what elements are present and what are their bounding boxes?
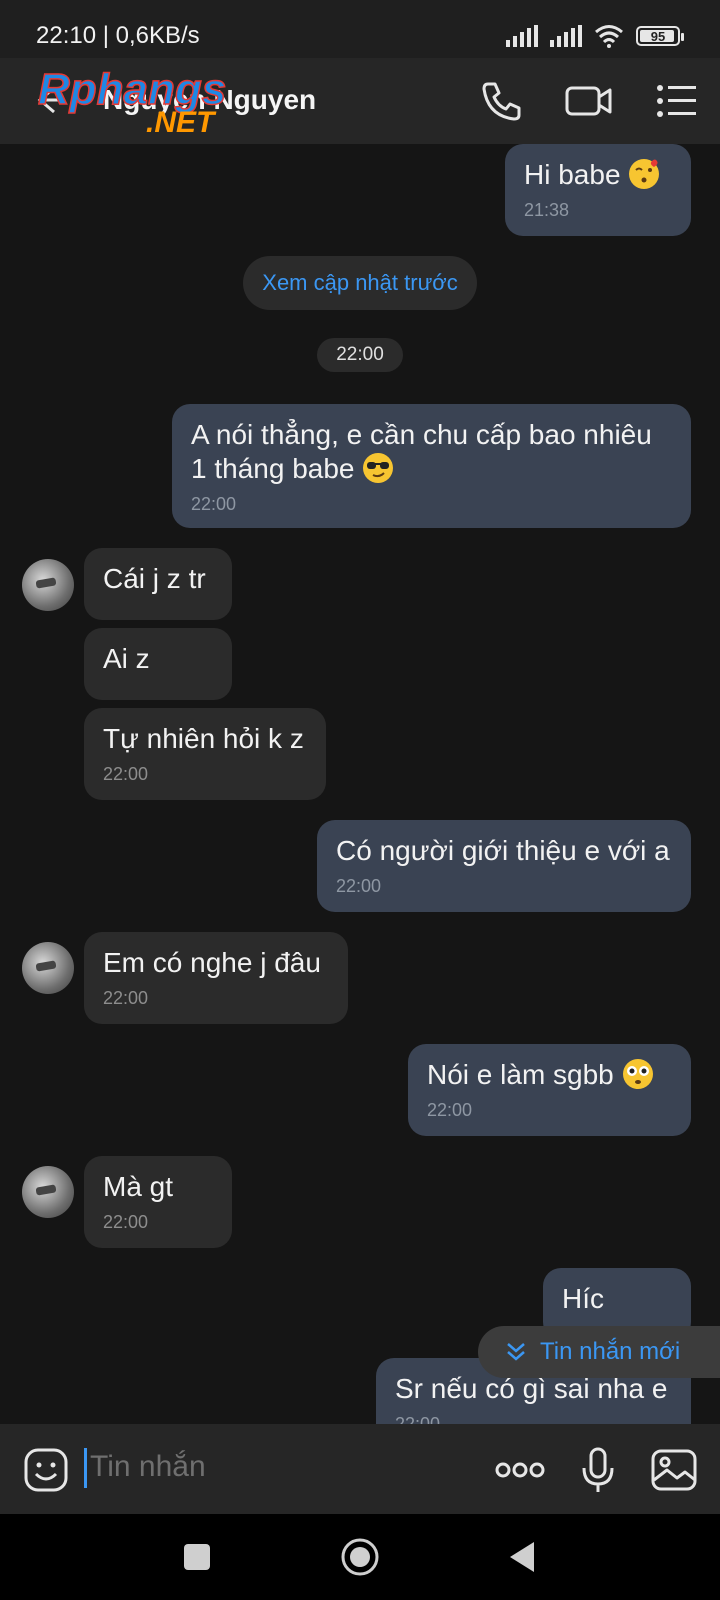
- text-cursor: [84, 1448, 87, 1488]
- message-time: 22:00: [103, 764, 149, 784]
- message-text: Cái j z tr: [103, 563, 206, 594]
- signal-icon: [550, 25, 582, 47]
- message-bubble-outgoing[interactable]: A nói thẳng, e cần chu cấp bao nhiêu 1 t…: [172, 404, 691, 528]
- microphone-icon[interactable]: [574, 1446, 622, 1494]
- message-input-bar: Tin nhắn: [0, 1424, 720, 1514]
- new-messages-label: Tin nhắn mới: [540, 1338, 681, 1365]
- new-messages-button[interactable]: Tin nhắn mới: [478, 1326, 720, 1378]
- message-bubble-incoming[interactable]: Mà gt 22:00: [84, 1156, 232, 1248]
- wifi-icon: [595, 25, 623, 48]
- more-icon[interactable]: [494, 1446, 546, 1494]
- contact-avatar[interactable]: [22, 942, 74, 994]
- contact-avatar[interactable]: [22, 559, 74, 611]
- message-time: 22:00: [103, 988, 149, 1008]
- view-older-updates-button[interactable]: Xem cập nhật trước: [243, 256, 477, 310]
- double-chevron-down-icon: [507, 1343, 525, 1361]
- message-time: 22:00: [103, 1212, 149, 1232]
- kiss-emoji-icon: [629, 159, 660, 189]
- watermark-suffix: .NET: [146, 106, 217, 138]
- message-bubble-incoming[interactable]: Tự nhiên hỏi k z 22:00: [84, 708, 326, 800]
- message-bubble-outgoing[interactable]: Hi babe 21:38: [505, 144, 691, 236]
- signal-icon: [506, 25, 538, 47]
- status-icons: 95: [506, 22, 684, 50]
- sunglasses-emoji-icon: [363, 453, 394, 483]
- message-text: Có người giới thiệu e với a: [336, 835, 670, 866]
- message-text: Ai z: [103, 643, 150, 674]
- message-time: 22:00: [191, 494, 237, 514]
- home-icon[interactable]: [339, 1536, 381, 1578]
- message-time: 21:38: [524, 200, 570, 220]
- message-time: 22:00: [336, 876, 382, 896]
- video-call-icon[interactable]: [564, 78, 614, 124]
- status-bar: 22:10 | 0,6KB/s 95: [0, 0, 720, 58]
- message-time: 22:00: [427, 1100, 473, 1120]
- view-older-updates-label: Xem cập nhật trước: [262, 270, 458, 295]
- message-time: 22:00: [395, 1414, 441, 1424]
- back-icon[interactable]: [502, 1536, 544, 1578]
- phone-icon[interactable]: [478, 78, 524, 124]
- chat-header: Nguyen Nguyen Rphangs .NET: [0, 58, 720, 144]
- message-input[interactable]: Tin nhắn: [90, 1450, 206, 1484]
- recent-apps-icon[interactable]: [176, 1536, 218, 1578]
- system-navigation-bar: [0, 1514, 720, 1600]
- message-text: Hi babe: [524, 159, 621, 190]
- battery-icon: 95: [636, 26, 684, 46]
- message-text: Nói e làm sgbb: [427, 1059, 614, 1090]
- message-text: Híc: [562, 1283, 604, 1314]
- message-text: Mà gt: [103, 1171, 174, 1202]
- message-bubble-outgoing[interactable]: Nói e làm sgbb 22:00: [408, 1044, 691, 1136]
- message-bubble-incoming[interactable]: Ai z: [84, 628, 232, 700]
- menu-list-icon[interactable]: [654, 78, 700, 124]
- message-text: A nói thẳng, e cần chu cấp bao nhiêu 1 t…: [191, 419, 652, 484]
- sticker-icon[interactable]: [22, 1446, 70, 1494]
- chat-messages[interactable]: Hi babe 21:38 Xem cập nhật trước 22:00 A…: [0, 144, 720, 1424]
- image-icon[interactable]: [650, 1446, 698, 1494]
- flushed-emoji-icon: [622, 1059, 653, 1089]
- message-text: Em có nghe j đâu: [103, 947, 321, 978]
- contact-avatar[interactable]: [22, 1166, 74, 1218]
- message-bubble-incoming[interactable]: Cái j z tr: [84, 548, 232, 620]
- battery-percent: 95: [650, 28, 666, 44]
- date-separator: 22:00: [317, 338, 403, 372]
- status-time: 22:10 | 0,6KB/s: [36, 22, 200, 49]
- message-text: Tự nhiên hỏi k z: [103, 723, 304, 754]
- watermark-logo: Rphangs .NET: [37, 64, 227, 138]
- message-bubble-incoming[interactable]: Em có nghe j đâu 22:00: [84, 932, 348, 1024]
- message-bubble-outgoing[interactable]: Có người giới thiệu e với a 22:00: [317, 820, 691, 912]
